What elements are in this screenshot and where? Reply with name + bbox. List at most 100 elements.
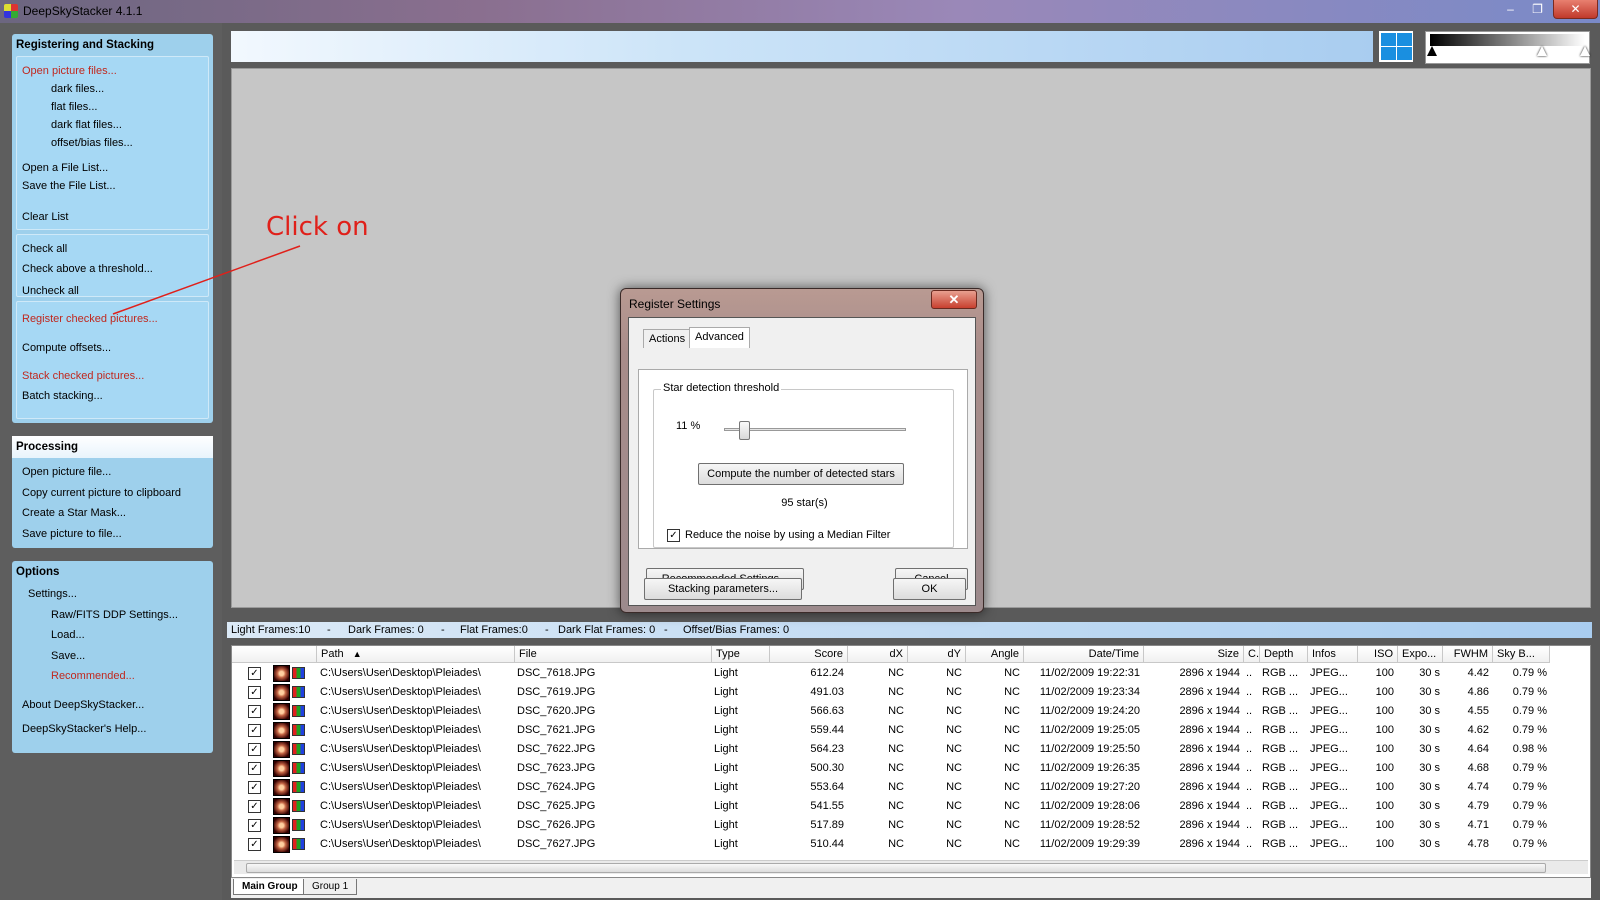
row-checkbox[interactable]: ✓ [248,724,261,737]
uncheck-all-link[interactable]: Uncheck all [22,285,79,297]
tab-advanced[interactable]: Advanced [689,327,750,348]
table-row[interactable]: ✓ C:\Users\User\Desktop\Pleiades\ DSC_7618… [232,664,1582,683]
table-row[interactable]: ✓ C:\Users\User\Desktop\Pleiades\ DSC_7627… [232,835,1582,854]
open-file-list-link[interactable]: Open a File List... [22,162,108,174]
cell-exposure: 30 s [1419,819,1440,831]
save-picture-link[interactable]: Save picture to file... [22,528,122,540]
close-window-button[interactable]: ✕ [1553,0,1598,19]
mid-point-handle[interactable] [1537,46,1547,56]
column-header-iso[interactable]: ISO [1358,646,1398,663]
column-header-size[interactable]: Size [1144,646,1244,663]
column-header-c[interactable]: C. [1244,646,1260,663]
stacking-parameters-button[interactable]: Stacking parameters... [644,578,802,600]
help-link[interactable]: DeepSkyStacker's Help... [22,723,146,735]
column-header-dx[interactable]: dX [848,646,908,663]
column-header-sky-background[interactable]: Sky B... [1493,646,1550,663]
column-header-file[interactable]: File [515,646,712,663]
column-header-infos[interactable]: Infos [1308,646,1358,663]
compute-stars-button[interactable]: Compute the number of detected stars [698,463,904,485]
row-checkbox[interactable]: ✓ [248,743,261,756]
scrollbar-thumb[interactable] [246,863,1546,873]
rgb-color-icon [292,838,305,850]
row-checkbox[interactable]: ✓ [248,800,261,813]
batch-stacking-link[interactable]: Batch stacking... [22,390,103,402]
column-header-path[interactable]: Path ▲ [317,646,515,663]
options-title: Options [16,566,60,578]
tab-group-1[interactable]: Group 1 [303,879,358,895]
clear-list-link[interactable]: Clear List [22,211,68,223]
rgb-color-icon [292,743,305,755]
row-checkbox[interactable]: ✓ [248,667,261,680]
cell-datetime: 11/02/2009 19:29:39 [1039,838,1140,850]
table-row[interactable]: ✓ C:\Users\User\Desktop\Pleiades\ DSC_7624… [232,778,1582,797]
column-header-datetime[interactable]: Date/Time [1024,646,1144,663]
cell-depth: RGB ... [1262,762,1299,774]
column-header-depth[interactable]: Depth [1260,646,1308,663]
white-point-handle[interactable] [1580,46,1590,56]
table-row[interactable]: ✓ C:\Users\User\Desktop\Pleiades\ DSC_7620… [232,702,1582,721]
dark-files-link[interactable]: dark files... [51,83,104,95]
separator: - [441,624,445,636]
flat-files-link[interactable]: flat files... [51,101,97,113]
about-link[interactable]: About DeepSkyStacker... [22,699,144,711]
cell-c: .. [1246,819,1253,831]
histogram-gradient-control[interactable] [1425,31,1590,64]
column-header-angle[interactable]: Angle [966,646,1024,663]
offset-bias-files-link[interactable]: offset/bias files... [51,137,133,149]
table-row[interactable]: ✓ C:\Users\User\Desktop\Pleiades\ DSC_7625… [232,797,1582,816]
row-checkbox[interactable]: ✓ [248,762,261,775]
check-all-link[interactable]: Check all [22,243,67,255]
row-checkbox[interactable]: ✓ [248,819,261,832]
cell-fwhm: 4.62 [1467,724,1489,736]
row-checkbox[interactable]: ✓ [248,781,261,794]
cell-score: 510.44 [810,838,844,850]
threshold-slider-thumb[interactable] [739,421,751,440]
cell-type: Light [714,762,738,774]
register-checked-link[interactable]: Register checked pictures... [22,313,158,325]
recommended-settings-link[interactable]: Recommended... [51,670,135,682]
rgb-color-icon [292,800,305,812]
open-picture-file-link[interactable]: Open picture file... [22,466,111,478]
restore-button[interactable]: ❐ [1524,0,1551,19]
check-above-threshold-link[interactable]: Check above a threshold... [22,263,153,275]
cell-angle: NC [1004,743,1020,755]
stack-checked-link[interactable]: Stack checked pictures... [22,370,144,382]
table-row[interactable]: ✓ C:\Users\User\Desktop\Pleiades\ DSC_7621… [232,721,1582,740]
horizontal-scrollbar[interactable] [234,860,1588,874]
row-checkbox[interactable]: ✓ [248,705,261,718]
threshold-slider-track[interactable] [724,428,906,431]
compute-offsets-link[interactable]: Compute offsets... [22,342,111,354]
table-row[interactable]: ✓ C:\Users\User\Desktop\Pleiades\ DSC_7626… [232,816,1582,835]
row-checkbox[interactable]: ✓ [248,838,261,851]
column-header-dy[interactable]: dY [908,646,966,663]
settings-link[interactable]: Settings... [28,588,77,600]
window-title: DeepSkyStacker 4.1.1 [23,4,143,18]
cell-datetime: 11/02/2009 19:27:20 [1039,781,1140,793]
tab-actions[interactable]: Actions [643,329,692,348]
cell-fwhm: 4.78 [1467,838,1489,850]
column-header-exposure[interactable]: Expo... [1398,646,1443,663]
table-row[interactable]: ✓ C:\Users\User\Desktop\Pleiades\ DSC_7619… [232,683,1582,702]
column-header-select[interactable] [232,646,317,663]
black-point-handle[interactable] [1427,46,1437,56]
dark-flat-files-link[interactable]: dark flat files... [51,119,122,131]
create-star-mask-link[interactable]: Create a Star Mask... [22,507,126,519]
tab-main-group[interactable]: Main Group [233,879,307,895]
column-header-score[interactable]: Score [770,646,848,663]
minimize-button[interactable]: – [1497,0,1524,19]
column-header-fwhm[interactable]: FWHM [1443,646,1493,663]
ok-button[interactable]: OK [893,578,966,600]
group-tab-strip: Main Group Group 1 [231,878,1591,898]
table-row[interactable]: ✓ C:\Users\User\Desktop\Pleiades\ DSC_7623… [232,759,1582,778]
median-filter-checkbox[interactable]: ✓ [667,529,680,542]
load-settings-link[interactable]: Load... [51,629,85,641]
raw-fits-settings-link[interactable]: Raw/FITS DDP Settings... [51,609,178,621]
copy-clipboard-link[interactable]: Copy current picture to clipboard [22,487,181,499]
row-checkbox[interactable]: ✓ [248,686,261,699]
column-header-type[interactable]: Type [712,646,770,663]
dialog-close-button[interactable]: ✕ [931,290,977,309]
table-row[interactable]: ✓ C:\Users\User\Desktop\Pleiades\ DSC_7622… [232,740,1582,759]
save-file-list-link[interactable]: Save the File List... [22,180,116,192]
open-picture-files-link[interactable]: Open picture files... [22,65,117,77]
save-settings-link[interactable]: Save... [51,650,85,662]
